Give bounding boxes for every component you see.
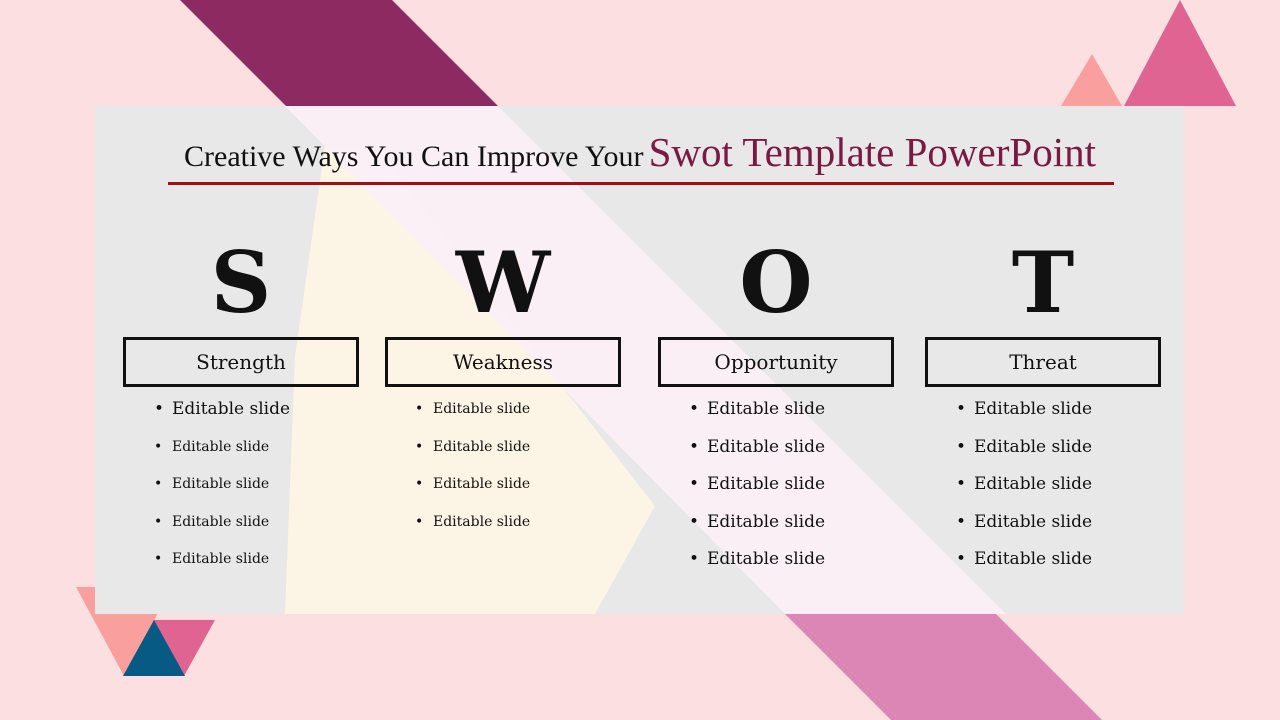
triangle-top-large [1124, 0, 1236, 106]
swot-label-box[interactable]: Threat [925, 337, 1161, 387]
bullet-list: Editable slide Editable slide Editable s… [154, 398, 290, 586]
list-item: Editable slide [415, 473, 530, 511]
swot-letter: T [1011, 233, 1075, 332]
swot-column-strength: S Strength Editable slide Editable slide… [123, 230, 359, 570]
list-item: Editable slide [956, 473, 1092, 511]
bullet-list: Editable slide Editable slide Editable s… [689, 398, 825, 586]
title-prefix: Creative Ways You Can Improve Your [184, 140, 644, 173]
triangle-top-small [1061, 54, 1122, 106]
diagonal-band-top [180, 0, 498, 106]
list-item: Editable slide [154, 398, 290, 436]
list-item: Editable slide [154, 473, 290, 511]
swot-column-opportunity: O Opportunity Editable slide Editable sl… [658, 230, 894, 570]
list-item: Editable slide [689, 548, 825, 586]
swot-letter: O [739, 233, 813, 332]
swot-letter: W [455, 233, 551, 332]
list-item: Editable slide [415, 511, 530, 549]
swot-column-threat: T Threat Editable slide Editable slide E… [925, 230, 1161, 570]
swot-column-weakness: W Weakness Editable slide Editable slide… [385, 230, 621, 532]
bullet-list: Editable slide Editable slide Editable s… [956, 398, 1092, 586]
diagonal-band-bottom [785, 614, 1102, 720]
swot-letter: S [210, 233, 272, 332]
list-item: Editable slide [689, 436, 825, 474]
bullet-list: Editable slide Editable slide Editable s… [415, 398, 530, 549]
list-item: Editable slide [956, 436, 1092, 474]
title-underline [168, 182, 1114, 185]
slide-title: Creative Ways You Can Improve Your Swot … [0, 128, 1280, 176]
list-item: Editable slide [415, 436, 530, 474]
list-item: Editable slide [689, 398, 825, 436]
list-item: Editable slide [154, 548, 290, 586]
swot-label-box[interactable]: Weakness [385, 337, 621, 387]
list-item: Editable slide [689, 511, 825, 549]
list-item: Editable slide [956, 548, 1092, 586]
list-item: Editable slide [154, 511, 290, 549]
swot-label-box[interactable]: Opportunity [658, 337, 894, 387]
list-item: Editable slide [956, 398, 1092, 436]
list-item: Editable slide [154, 436, 290, 474]
list-item: Editable slide [415, 398, 530, 436]
list-item: Editable slide [689, 473, 825, 511]
swot-label-box[interactable]: Strength [123, 337, 359, 387]
list-item: Editable slide [956, 511, 1092, 549]
title-accent: Swot Template PowerPoint [648, 129, 1096, 175]
